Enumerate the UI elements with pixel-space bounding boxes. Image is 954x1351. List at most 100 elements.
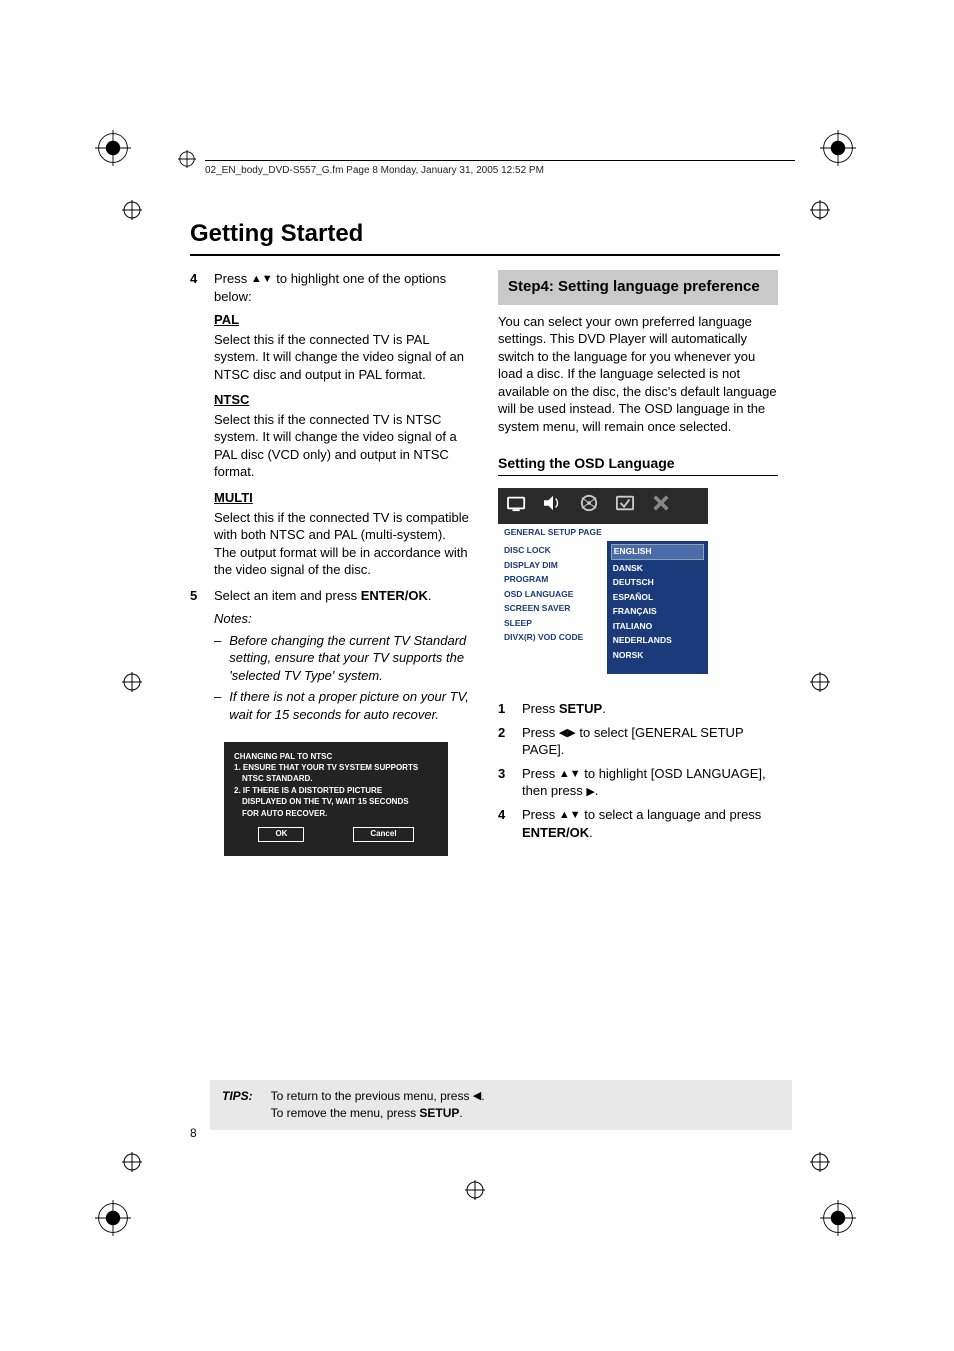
text: To return to the previous menu, press (271, 1089, 473, 1103)
content-area: Getting Started 4 Press ▲▼ to highlight … (190, 220, 780, 856)
text: Press (214, 271, 251, 286)
note-text: If there is not a proper picture on your… (229, 688, 470, 723)
up-down-arrow-icon: ▲▼ (559, 767, 581, 782)
paragraph: Select this if the connected TV is NTSC … (214, 411, 470, 481)
tips-box: TIPS: To return to the previous menu, pr… (210, 1080, 792, 1130)
text: Press (522, 807, 559, 822)
step-text: Press ◀▶ to select [GENERAL SETUP PAGE]. (522, 724, 778, 759)
text: Press (522, 701, 559, 716)
registration-mark-icon (820, 1200, 856, 1236)
page-number: 8 (190, 1126, 197, 1140)
ok-button: OK (258, 827, 304, 842)
right-arrow-icon: ▶ (586, 785, 594, 800)
osd-item: DIVX(R) VOD CODE (504, 632, 601, 643)
step-text: Press ▲▼ to select a language and press … (522, 806, 778, 841)
osd-item: DANSK (613, 563, 702, 574)
subheading-multi: MULTI (214, 489, 470, 507)
subsection-heading: Setting the OSD Language (498, 454, 778, 477)
left-column: 4 Press ▲▼ to highlight one of the optio… (190, 270, 470, 856)
close-icon (650, 494, 672, 517)
osd-tab-bar (498, 488, 708, 523)
step-text: Press ▲▼ to highlight one of the options… (214, 270, 470, 305)
dialog-screenshot: CHANGING PAL TO NTSC 1. ENSURE THAT YOUR… (224, 742, 448, 856)
text: To remove the menu, press (271, 1106, 420, 1120)
intro-paragraph: You can select your own preferred langua… (498, 313, 778, 436)
step-number: 4 (190, 270, 204, 305)
dialog-line: NTSC STANDARD. (234, 774, 438, 784)
crosshair-icon (122, 672, 142, 692)
title-underline (190, 254, 780, 256)
paragraph: Select this if the connected TV is PAL s… (214, 331, 470, 384)
text: . (459, 1106, 462, 1120)
registration-mark-icon (820, 130, 856, 166)
text: . (428, 588, 432, 603)
note-text: Before changing the current TV Standard … (229, 632, 470, 685)
osd-item: ESPAÑOL (613, 592, 702, 603)
crosshair-icon (810, 200, 830, 220)
osd-item: PROGRAM (504, 574, 601, 585)
step-title: Step4: Setting language preference (498, 270, 778, 305)
up-down-arrow-icon: ▲▼ (559, 808, 581, 823)
dialog-line: 2. IF THERE IS A DISTORTED PICTURE (234, 786, 438, 796)
step-number: 3 (498, 765, 512, 800)
text-bold: ENTER/OK (522, 825, 589, 840)
page-title: Getting Started (190, 220, 780, 248)
subheading-ntsc: NTSC (214, 391, 470, 409)
osd-footer (498, 674, 708, 686)
osd-item: ITALIANO (613, 621, 702, 632)
text-bold: SETUP (419, 1106, 459, 1120)
osd-item: SCREEN SAVER (504, 603, 601, 614)
text: . (602, 701, 606, 716)
osd-item: FRANÇAIS (613, 606, 702, 617)
osd-right-list: ENGLISH DANSK DEUTSCH ESPAÑOL FRANÇAIS I… (607, 541, 708, 674)
cancel-button: Cancel (353, 827, 413, 842)
osd-header: GENERAL SETUP PAGE (498, 523, 708, 541)
osd-item: NEDERLANDS (613, 635, 702, 646)
document-header-runner: 02_EN_body_DVD-S557_G.fm Page 8 Monday, … (205, 160, 795, 176)
dialog-line: DISPLAYED ON THE TV, WAIT 15 SECONDS (234, 797, 438, 807)
step-text: Select an item and press ENTER/OK. (214, 587, 470, 605)
osd-item: DISPLAY DIM (504, 560, 601, 571)
text-bold: ENTER/OK (361, 588, 428, 603)
note-item: – If there is not a proper picture on yo… (214, 688, 470, 723)
text: . (589, 825, 593, 840)
tips-content: To return to the previous menu, press ◀.… (271, 1088, 485, 1122)
dialog-line: 1. ENSURE THAT YOUR TV SYSTEM SUPPORTS (234, 763, 438, 773)
crosshair-icon (178, 150, 196, 168)
osd-item-selected: ENGLISH (611, 544, 704, 559)
dialog-line: FOR AUTO RECOVER. (234, 809, 438, 819)
up-down-arrow-icon: ▲▼ (251, 272, 273, 287)
dialog-title: CHANGING PAL TO NTSC (234, 752, 438, 762)
dash-icon: – (214, 688, 221, 723)
osd-left-list: DISC LOCK DISPLAY DIM PROGRAM OSD LANGUA… (498, 541, 607, 674)
tips-label: TIPS: (222, 1088, 253, 1122)
registration-mark-icon (95, 1200, 131, 1236)
osd-item: OSD LANGUAGE (504, 589, 601, 600)
step-number: 2 (498, 724, 512, 759)
crosshair-icon (810, 672, 830, 692)
left-arrow-icon: ◀ (473, 1089, 481, 1104)
notes-label: Notes: (214, 610, 470, 628)
crosshair-icon (465, 1180, 485, 1200)
osd-item: SLEEP (504, 618, 601, 629)
paragraph: Select this if the connected TV is compa… (214, 509, 470, 579)
crosshair-icon (122, 200, 142, 220)
text: . (595, 783, 599, 798)
osd-item: NORSK (613, 650, 702, 661)
text: Press (522, 725, 559, 740)
step-text: Press ▲▼ to highlight [OSD LANGUAGE], th… (522, 765, 778, 800)
dash-icon: – (214, 632, 221, 685)
left-right-arrow-icon: ◀▶ (559, 726, 576, 741)
text: to select a language and press (581, 807, 762, 822)
subheading-pal: PAL (214, 311, 470, 329)
disc-icon (578, 494, 600, 517)
speaker-icon (542, 494, 564, 517)
osd-item: DEUTSCH (613, 577, 702, 588)
page: 02_EN_body_DVD-S557_G.fm Page 8 Monday, … (0, 0, 954, 1351)
step-text: Press SETUP. (522, 700, 778, 718)
step-number: 1 (498, 700, 512, 718)
note-item: – Before changing the current TV Standar… (214, 632, 470, 685)
right-column: Step4: Setting language preference You c… (498, 270, 778, 856)
text: Select an item and press (214, 588, 361, 603)
crosshair-icon (122, 1152, 142, 1172)
